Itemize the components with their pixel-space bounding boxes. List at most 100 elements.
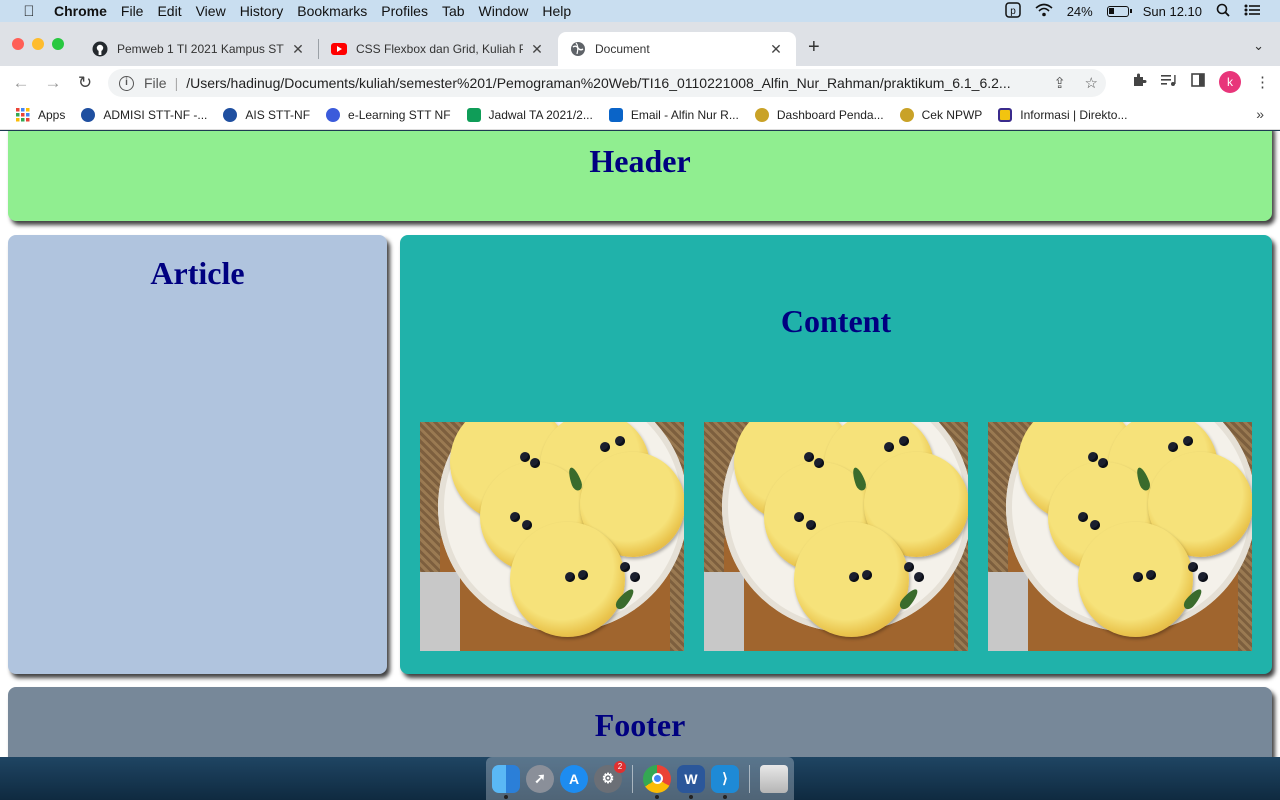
running-indicator: [655, 794, 659, 799]
github-icon: [92, 41, 108, 57]
blueberry: [899, 436, 909, 446]
outlook-icon: [608, 107, 623, 122]
bookmark-star-icon[interactable]: ☆: [1085, 74, 1098, 92]
menu-history[interactable]: History: [240, 3, 284, 19]
blueberry: [1133, 572, 1143, 582]
menu-help[interactable]: Help: [542, 3, 571, 19]
bookmark-dashboard[interactable]: Dashboard Penda...: [754, 107, 884, 122]
bookmark-label: Informasi | Direkto...: [1020, 107, 1128, 122]
finder-icon[interactable]: [492, 764, 520, 799]
blueberry: [1198, 572, 1208, 582]
menu-app-chrome[interactable]: Chrome: [54, 3, 107, 19]
page-footer: Footer: [8, 687, 1272, 757]
google-sheets-icon: [466, 107, 481, 122]
clock[interactable]: Sun 12.10: [1143, 4, 1202, 19]
svg-text:p: p: [1010, 6, 1016, 17]
menu-edit[interactable]: Edit: [157, 3, 181, 19]
bookmark-ais[interactable]: AIS STT-NF: [223, 107, 310, 122]
directory-logo-icon: [998, 107, 1013, 122]
globe-icon: [570, 41, 586, 57]
tab-strip: Pemweb 1 TI 2021 Kampus STT ✕ CSS Flexbo…: [0, 22, 1280, 66]
bookmark-elearning[interactable]: e-Learning STT NF: [326, 107, 451, 122]
control-center-icon[interactable]: [1244, 4, 1260, 19]
notification-badge: 2: [614, 760, 626, 773]
more-bookmarks-chevron-icon[interactable]: »: [1256, 106, 1264, 122]
stt-nf-logo-icon: [223, 107, 238, 122]
pancake-image: [988, 422, 1252, 651]
more-menu-icon[interactable]: ⋮: [1255, 73, 1270, 91]
app-store-icon[interactable]: A: [560, 764, 588, 793]
close-window-button[interactable]: [12, 38, 24, 50]
pancake-image: [420, 422, 684, 651]
bookmark-apps[interactable]: Apps: [16, 107, 65, 122]
page-header: Header: [8, 131, 1272, 221]
tab-close-icon[interactable]: ✕: [290, 41, 306, 58]
share-icon[interactable]: ⇪: [1053, 74, 1066, 92]
system-preferences-icon[interactable]: ⚙ 2: [594, 760, 626, 793]
tab-pemweb[interactable]: Pemweb 1 TI 2021 Kampus STT ✕: [80, 32, 318, 66]
bookmark-label: ADMISI STT-NF -...: [103, 107, 208, 122]
blueberry: [1188, 562, 1198, 572]
page-viewport[interactable]: Header Article Content Footer: [0, 131, 1280, 757]
bookmark-jadwal[interactable]: Jadwal TA 2021/2...: [466, 107, 593, 122]
zoom-window-button[interactable]: [52, 38, 64, 50]
url-text[interactable]: /Users/hadinug/Documents/kuliah/semester…: [186, 75, 1042, 91]
blueberry: [1146, 570, 1156, 580]
battery-icon[interactable]: [1106, 5, 1132, 17]
bookmark-cek-npwp[interactable]: Cek NPWP: [899, 107, 982, 122]
chrome-icon[interactable]: [643, 764, 671, 799]
menu-file[interactable]: File: [121, 3, 144, 19]
toolbar-actions: k ⋮: [1131, 71, 1270, 93]
browser-toolbar: ← → ↻ i File | /Users/hadinug/Documents/…: [0, 66, 1280, 100]
blueberry: [520, 452, 530, 462]
launchpad-icon[interactable]: ➚: [526, 764, 554, 793]
vscode-icon[interactable]: ⟩: [711, 764, 739, 799]
wifi-icon[interactable]: [1035, 3, 1053, 20]
menu-bookmarks[interactable]: Bookmarks: [297, 3, 367, 19]
minimize-window-button[interactable]: [32, 38, 44, 50]
trash-icon[interactable]: [760, 764, 788, 793]
word-icon[interactable]: W: [677, 764, 705, 799]
tab-css-flexbox[interactable]: CSS Flexbox dan Grid, Kuliah P ✕: [319, 32, 557, 66]
bookmark-informasi[interactable]: Informasi | Direkto...: [998, 107, 1128, 122]
content-heading: Content: [780, 303, 892, 339]
extensions-puzzle-icon[interactable]: [1131, 72, 1147, 92]
tab-document-active[interactable]: Document ✕: [558, 32, 796, 66]
tab-title: Pemweb 1 TI 2021 Kampus STT: [117, 42, 284, 56]
media-controls-icon[interactable]: [1161, 73, 1177, 91]
forward-arrow-icon[interactable]: →: [42, 73, 64, 93]
tab-close-icon[interactable]: ✕: [529, 41, 545, 58]
bookmark-label: Email - Alfin Nur R...: [630, 107, 739, 122]
scheme-divider: |: [174, 75, 179, 91]
apps-grid-icon: [16, 107, 30, 122]
dock-divider: [749, 764, 750, 793]
pancake-image: [704, 422, 968, 651]
bookmark-email[interactable]: Email - Alfin Nur R...: [608, 107, 739, 122]
tab-search-chevron-icon[interactable]: ⌄: [1253, 38, 1264, 54]
blueberry: [620, 562, 630, 572]
menu-window[interactable]: Window: [479, 3, 529, 19]
tab-title: CSS Flexbox dan Grid, Kuliah P: [356, 42, 523, 56]
side-panel-icon[interactable]: [1191, 73, 1205, 91]
bookmark-label: e-Learning STT NF: [348, 107, 451, 122]
reload-icon[interactable]: ↻: [74, 73, 96, 93]
page-content: Content: [400, 235, 1272, 674]
tab-close-icon[interactable]: ✕: [768, 41, 784, 58]
elearning-logo-icon: [326, 107, 341, 122]
menu-profiles[interactable]: Profiles: [381, 3, 428, 19]
address-bar[interactable]: i File | /Users/hadinug/Documents/kuliah…: [108, 69, 1106, 97]
new-tab-plus-icon[interactable]: +: [808, 36, 820, 59]
menu-tab[interactable]: Tab: [442, 3, 465, 19]
profile-avatar[interactable]: k: [1219, 71, 1241, 93]
back-arrow-icon[interactable]: ←: [10, 73, 32, 93]
apple-menu-icon[interactable]: : [18, 3, 40, 20]
blueberry: [862, 570, 872, 580]
menu-view[interactable]: View: [196, 3, 226, 19]
spotlight-search-icon[interactable]: [1216, 3, 1230, 20]
bookmark-admisi[interactable]: ADMISI STT-NF -...: [81, 107, 208, 122]
blueberry: [522, 520, 532, 530]
running-indicator: [723, 794, 727, 799]
pwd-manager-icon[interactable]: p: [1004, 1, 1021, 21]
site-info-icon[interactable]: i: [119, 75, 134, 91]
footer-heading: Footer: [594, 707, 686, 743]
